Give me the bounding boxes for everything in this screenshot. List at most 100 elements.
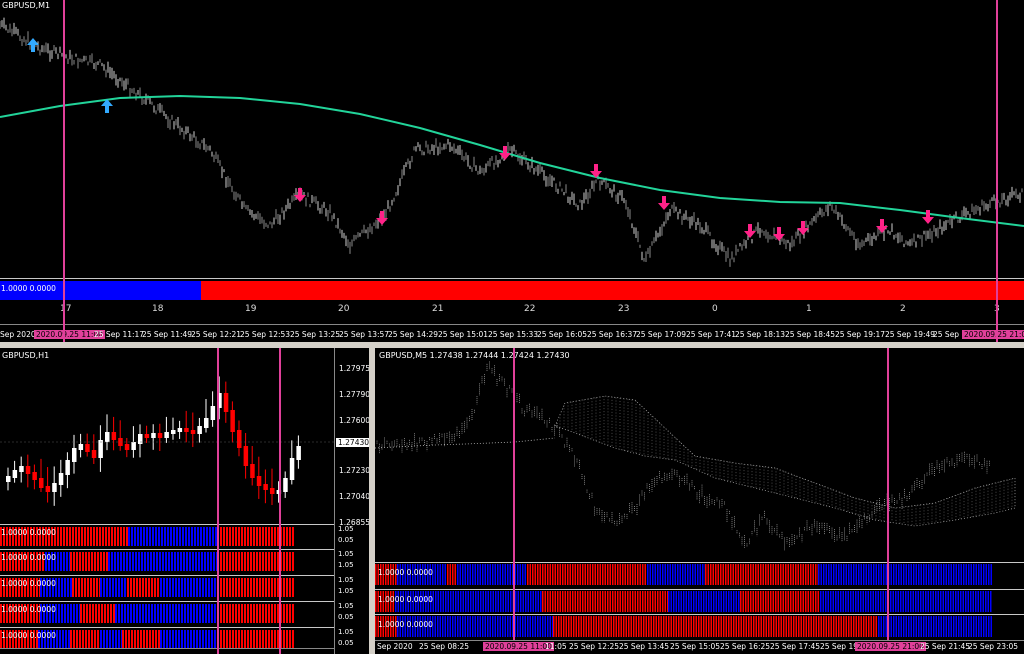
sell-arrow-icon [922, 210, 934, 224]
time-tick: 25 Sep 16:37 [587, 330, 638, 339]
bear-histogram-segment [647, 564, 705, 585]
time-tick: 25 Sep 15:01 [438, 330, 489, 339]
h1-indicator-scale: 1.05 [338, 576, 354, 584]
time-tick: 25 Sep 16:25 [720, 642, 771, 651]
m1-price-bars [0, 17, 1023, 267]
h1-indicator-scale: 1.05 [338, 628, 354, 636]
time-tick: 25 Sep 14:29 [388, 330, 439, 339]
m5-indicator-separator [375, 562, 1024, 563]
bear-histogram-segment [668, 591, 740, 612]
m1-session-line-1100[interactable] [63, 0, 65, 342]
m5-indicator-label: 1.0000 0.0000 [378, 620, 433, 629]
h1-indicator-scale: 0.05 [338, 639, 354, 647]
bear-histogram-segment [160, 630, 217, 649]
m1-moving-average-line [0, 94, 1024, 227]
time-tick: 25 Sep 17:09 [636, 330, 687, 339]
time-tick: 25 Sep 18:13 [735, 330, 786, 339]
time-tick: 25 Sep 23:05 [968, 642, 1019, 651]
time-tick: 25 Sep 12:25 [569, 642, 620, 651]
m1-chart-title: GBPUSD,M1 [2, 1, 51, 10]
time-tick: 25 Sep 19:17 [835, 330, 886, 339]
hour-label: 17 [60, 304, 72, 314]
m5-indicator-strip-3[interactable] [375, 616, 1024, 637]
bull-histogram-segment [217, 630, 295, 649]
h1-indicator-separator [0, 627, 334, 628]
time-tick: 25 Sep 13:57 [339, 330, 390, 339]
m5-session-line-2100[interactable] [887, 348, 889, 640]
m1-price-chart[interactable] [0, 0, 1024, 278]
hour-label: 22 [524, 304, 536, 314]
time-tick: 25 Sep 11:17 [94, 330, 145, 339]
time-tick: 25 Sep 15:33 [488, 330, 539, 339]
bear-histogram-segment [115, 604, 217, 623]
hour-label: 21 [432, 304, 444, 314]
time-marker-tag: 2020.09.25 21:00 [855, 642, 926, 651]
m5-price-bars [376, 361, 990, 551]
bull-histogram-segment [70, 630, 100, 649]
m5-indicator-strip-2[interactable] [375, 591, 1024, 612]
h1-session-line-a[interactable] [217, 348, 219, 654]
m5-indicator-separator [375, 589, 1024, 590]
h1-chart-window[interactable]: GBPUSD,H1 1.27975 1.27790 1.27600 1.2743… [0, 348, 369, 654]
bull-histogram-segment [553, 616, 878, 637]
bull-histogram-segment [542, 591, 668, 612]
time-tick: Sep 2020 [0, 330, 36, 339]
bull-histogram-segment [527, 564, 647, 585]
sell-arrow-icon [773, 227, 785, 241]
h1-indicator-separator [0, 549, 334, 550]
time-tick: 25 Sep 13:45 [619, 642, 670, 651]
m5-chart-window[interactable]: GBPUSD,M5 1.27438 1.27444 1.27424 1.2743… [375, 348, 1024, 654]
bull-histogram-segment [447, 564, 457, 585]
h1-candles [6, 376, 301, 506]
h1-indicator-label: 1.0000 0.0000 [1, 631, 56, 640]
time-tick: 25 Sep 08:25 [419, 642, 470, 651]
buy-arrow-icon [27, 38, 39, 52]
h1-indicator-separator [0, 575, 334, 576]
m5-ichimoku-cloud [554, 395, 1016, 527]
bear-histogram-segment [457, 564, 527, 585]
time-tick: 25 Sep 11:49 [142, 330, 193, 339]
h1-chart-title: GBPUSD,H1 [2, 351, 50, 360]
h1-indicator-scale: 1.05 [338, 587, 354, 595]
hour-label: 0 [712, 304, 718, 314]
m1-indicator-separator [0, 278, 1024, 279]
time-tick: 25 Sep 17:45 [770, 642, 821, 651]
bear-histogram-segment [160, 578, 217, 597]
h1-current-price: 1.27430 [336, 438, 369, 447]
m1-indicator-red-zone [201, 281, 1024, 300]
time-tick: 25 Sep 12:21 [191, 330, 242, 339]
time-tick: 11:05 [545, 642, 567, 651]
m1-chart-window[interactable]: GBPUSD,M1 1.0000 0.0000 17 18 19 20 21 22 23 0 1… [0, 0, 1024, 342]
m5-indicator-label: 1.0000 0.0000 [378, 568, 433, 577]
bear-histogram-segment [818, 564, 992, 585]
bear-histogram-segment [820, 591, 992, 612]
time-tick: Sep 2020 [377, 642, 413, 651]
bear-histogram-segment [100, 630, 122, 649]
sell-arrow-icon [744, 224, 756, 238]
hour-label: 19 [245, 304, 257, 314]
h1-indicator-scale: 0.05 [338, 536, 354, 544]
h1-time-axis [0, 648, 334, 654]
m5-indicator-strip-1[interactable] [375, 564, 1024, 585]
bear-histogram-segment [108, 552, 217, 571]
h1-indicator-scale: 0.05 [338, 613, 354, 621]
m1-session-line-2100[interactable] [996, 0, 998, 342]
h1-indicator-label: 1.0000 0.0000 [1, 605, 56, 614]
bull-histogram-segment [740, 591, 820, 612]
time-tick: 25 Sep 16:05 [537, 330, 588, 339]
sell-arrow-icon [658, 196, 670, 210]
time-marker-tag: 2020.09.25 11:00 [483, 642, 554, 651]
h1-indicator-label: 1.0000 0.0000 [1, 553, 56, 562]
bear-histogram-segment [128, 527, 217, 546]
h1-price-label-3: 1.27600 [339, 416, 369, 425]
m5-ichimoku-chart[interactable] [375, 348, 1024, 560]
h1-indicator-label: 1.0000 0.0000 [1, 579, 56, 588]
bull-histogram-segment [122, 630, 160, 649]
time-marker-tag: 2020.09.25 21:00 [962, 330, 1024, 339]
hour-label: 2 [900, 304, 906, 314]
h1-session-line-b[interactable] [279, 348, 281, 654]
hour-label: 20 [338, 304, 350, 314]
h1-candlestick-chart[interactable] [0, 348, 334, 524]
bull-histogram-segment [127, 578, 160, 597]
m5-session-line-1100[interactable] [513, 348, 515, 640]
